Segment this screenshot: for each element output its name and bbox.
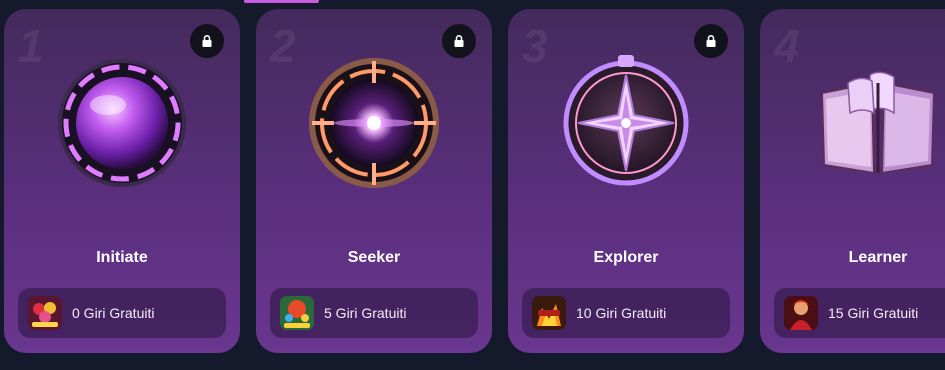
card-number: 4 [774, 20, 800, 72]
active-tab-indicator [244, 0, 319, 3]
card-number: 2 [270, 20, 296, 72]
level-cards-row: 1 Initiate 0 Giri Gratuiti 2 Seeker 5 Gi… [0, 9, 945, 354]
compass-star-badge-icon [556, 53, 696, 193]
game-thumbnail [28, 296, 62, 330]
reward-row: 5 Giri Gratuiti [270, 288, 478, 338]
lock-icon [190, 24, 224, 58]
reward-label: 0 Giri Gratuiti [72, 305, 155, 321]
lock-icon [694, 24, 728, 58]
reward-row: 0 Giri Gratuiti [18, 288, 226, 338]
card-title: Initiate [96, 249, 148, 266]
lock-icon [442, 24, 476, 58]
card-title: Learner [848, 249, 908, 266]
game-thumbnail [532, 296, 566, 330]
game-thumbnail [280, 296, 314, 330]
reward-label: 10 Giri Gratuiti [576, 305, 667, 321]
level-card-explorer[interactable]: 3 Explorer 10 Giri Gratuiti [508, 9, 744, 353]
game-thumbnail [784, 296, 818, 330]
reward-row: 10 Giri Gratuiti [522, 288, 730, 338]
level-card-initiate[interactable]: 1 Initiate 0 Giri Gratuiti [4, 9, 240, 353]
level-card-learner[interactable]: 4 Learner 15 Giri Gratuiti [760, 9, 945, 353]
compass-ring-badge-icon [304, 53, 444, 193]
card-number: 1 [18, 20, 44, 72]
orb-badge-icon [52, 53, 192, 193]
card-title: Explorer [593, 249, 659, 266]
open-book-badge-icon [808, 53, 945, 193]
level-card-seeker[interactable]: 2 Seeker 5 Giri Gratuiti [256, 9, 492, 353]
card-title: Seeker [347, 249, 401, 266]
reward-label: 15 Giri Gratuiti [828, 305, 919, 321]
card-number: 3 [522, 20, 548, 72]
reward-row: 15 Giri Gratuiti [774, 288, 945, 338]
reward-label: 5 Giri Gratuiti [324, 305, 407, 321]
